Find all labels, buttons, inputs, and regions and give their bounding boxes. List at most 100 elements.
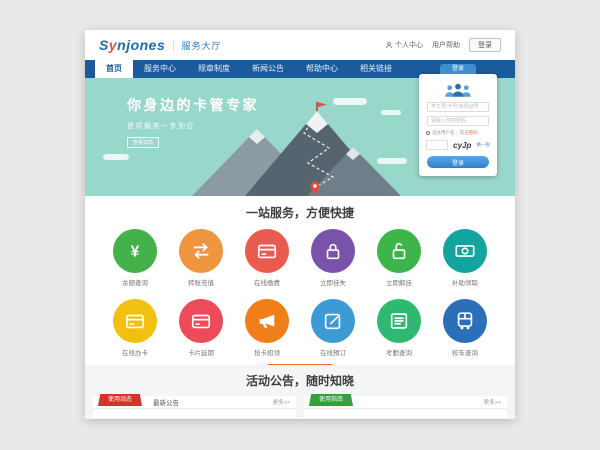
nav-item-rules[interactable]: 规章制度 xyxy=(187,60,241,78)
service-cancel-loss[interactable]: 立即解挂 xyxy=(373,229,425,287)
services-section: 一站服务，方便快捷 ¥ 余额查询 转账充值 在线缴费 xyxy=(85,196,515,365)
captcha-input[interactable] xyxy=(426,140,448,150)
service-card-extension[interactable]: 卡片延期 xyxy=(175,299,227,357)
service-circle xyxy=(179,229,223,273)
hero-cta-button[interactable]: 查看详情 xyxy=(127,137,159,148)
service-label: 在线办卡 xyxy=(109,347,161,357)
username-input[interactable] xyxy=(427,102,489,112)
service-circle xyxy=(179,299,223,343)
service-circle xyxy=(245,299,289,343)
tab-latest-announcements[interactable]: 最新公告 xyxy=(153,397,179,407)
card-icon xyxy=(256,240,278,262)
service-circle: ¥ xyxy=(113,229,157,273)
banknote-icon xyxy=(454,240,476,262)
service-circle xyxy=(311,299,355,343)
person-icon xyxy=(385,41,393,49)
service-attendance-query[interactable]: 考勤查询 xyxy=(373,299,425,357)
logo[interactable]: Synjones xyxy=(99,37,165,53)
guide-panel-header: 使用指南 更多>> xyxy=(304,396,507,409)
service-label: 转账充值 xyxy=(175,277,227,287)
news-panel-header: 使用动态 最新公告 更多>> xyxy=(93,396,296,409)
nav-item-links[interactable]: 相关链接 xyxy=(349,60,403,78)
megaphone-icon xyxy=(256,310,278,332)
service-label: 校车查询 xyxy=(439,347,491,357)
lock-icon xyxy=(322,240,344,262)
login-options: 记住用户名 | 忘记密码 xyxy=(426,130,490,136)
bus-icon xyxy=(454,310,476,332)
service-label: 立即解挂 xyxy=(373,277,425,287)
services-row-1: ¥ 余额查询 转账充值 在线缴费 立即挂失 xyxy=(85,229,515,287)
service-circle xyxy=(443,229,487,273)
service-online-card-apply[interactable]: 在线办卡 xyxy=(109,299,161,357)
news-panel: 使用动态 最新公告 更多>> xyxy=(93,396,296,418)
header: Synjones | 服务大厅 个人中心 用户帮助 登录 xyxy=(85,30,515,60)
services-title: 一站服务，方便快捷 xyxy=(85,196,515,221)
edit-icon xyxy=(322,310,344,332)
remember-label: 记住用户名 xyxy=(432,130,455,136)
nav-item-home[interactable]: 首页 xyxy=(95,60,133,78)
services-row-2: 在线办卡 卡片延期 拾卡招领 在线预订 xyxy=(85,299,515,357)
hero-text: 你身边的卡管专家 提供服务一步到位 查看详情 xyxy=(127,95,259,149)
service-label: 余额查询 xyxy=(109,277,161,287)
nav-item-news[interactable]: 新闻公告 xyxy=(241,60,295,78)
password-input[interactable] xyxy=(427,116,489,126)
logo-part: S xyxy=(99,37,109,53)
login-panel: 登录 记住用户名 | 忘记密码 cyJp 换一张 登录 xyxy=(419,74,497,176)
service-school-bus-query[interactable]: 校车查询 xyxy=(439,299,491,357)
logo-accent: y xyxy=(109,37,117,53)
captcha-refresh-link[interactable]: 换一张 xyxy=(476,142,490,148)
header-right: 个人中心 用户帮助 登录 xyxy=(385,38,501,52)
login-tab[interactable]: 登录 xyxy=(440,64,476,74)
forgot-password-link[interactable]: 忘记密码 xyxy=(460,130,478,136)
service-balance-inquiry[interactable]: ¥ 余额查询 xyxy=(109,229,161,287)
logo-part: njones xyxy=(117,37,165,53)
tab-usage-guide[interactable]: 使用指南 xyxy=(309,394,353,406)
users-icon xyxy=(443,82,473,98)
logo-divider: | xyxy=(172,40,174,50)
captcha-image: cyJp xyxy=(453,141,471,150)
news-more-link[interactable]: 更多>> xyxy=(273,398,290,406)
service-label: 补助领取 xyxy=(439,277,491,287)
service-label: 拾卡招领 xyxy=(241,347,293,357)
user-help-label: 用户帮助 xyxy=(432,40,460,50)
transfer-icon xyxy=(190,240,212,262)
guide-more-link[interactable]: 更多>> xyxy=(484,398,501,406)
hero-subtitle: 提供服务一步到位 xyxy=(127,121,259,131)
announcements-title: 活动公告，随时知晓 xyxy=(85,365,515,389)
service-circle xyxy=(377,299,421,343)
guide-panel-body xyxy=(304,409,507,418)
service-circle xyxy=(443,299,487,343)
service-found-card-claim[interactable]: 拾卡招领 xyxy=(241,299,293,357)
service-label: 在线缴费 xyxy=(241,277,293,287)
service-transfer-recharge[interactable]: 转账充值 xyxy=(175,229,227,287)
service-label: 立即挂失 xyxy=(307,277,359,287)
service-report-loss[interactable]: 立即挂失 xyxy=(307,229,359,287)
card-icon xyxy=(124,310,146,332)
service-subsidy-collect[interactable]: 补助领取 xyxy=(439,229,491,287)
captcha-row: cyJp 换一张 xyxy=(426,140,490,150)
nav-item-service-center[interactable]: 服务中心 xyxy=(133,60,187,78)
svg-text:¥: ¥ xyxy=(131,244,140,261)
personal-center-label: 个人中心 xyxy=(395,40,423,50)
guide-panel: 使用指南 更多>> xyxy=(304,396,507,418)
personal-center-link[interactable]: 个人中心 xyxy=(385,40,423,50)
service-label: 考勤查询 xyxy=(373,347,425,357)
unlock-icon xyxy=(388,240,410,262)
service-label: 在线预订 xyxy=(307,347,359,357)
user-help-link[interactable]: 用户帮助 xyxy=(432,40,460,50)
options-divider: | xyxy=(457,131,458,136)
nav-item-help-center[interactable]: 帮助中心 xyxy=(295,60,349,78)
site-title: 服务大厅 xyxy=(182,39,222,52)
login-submit-button[interactable]: 登录 xyxy=(427,156,489,168)
card-icon xyxy=(190,310,212,332)
cloud-decoration xyxy=(103,154,129,160)
header-login-button[interactable]: 登录 xyxy=(469,38,501,52)
announcement-panels: 使用动态 最新公告 更多>> 使用指南 更多>> xyxy=(85,396,515,418)
tab-usage-news[interactable]: 使用动态 xyxy=(98,394,142,406)
service-online-booking[interactable]: 在线预订 xyxy=(307,299,359,357)
remember-checkbox[interactable] xyxy=(426,131,430,135)
service-online-payment[interactable]: 在线缴费 xyxy=(241,229,293,287)
service-circle xyxy=(377,229,421,273)
hero-title: 你身边的卡管专家 xyxy=(127,95,259,115)
news-panel-body xyxy=(93,409,296,418)
